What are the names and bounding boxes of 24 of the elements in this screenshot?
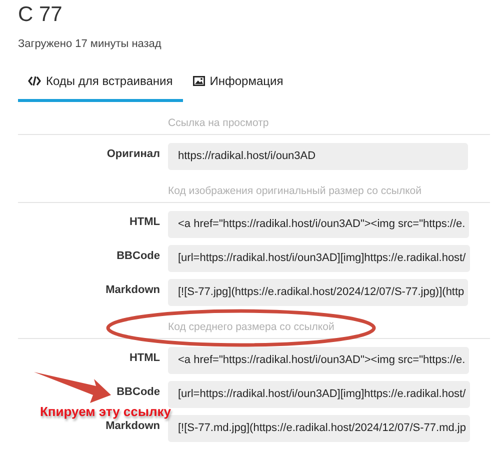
field-label: Markdown	[106, 284, 160, 296]
code-field[interactable]: <a href="https://radikal.host/i/oun3AD"><img src="https://e.	[168, 347, 470, 374]
code-field[interactable]: [url=https://radikal.host/i/oun3AD][img]https://e.radikal.host/	[168, 245, 470, 272]
code-field[interactable]: https://radikal.host/i/oun3AD	[168, 143, 468, 170]
field-label: Оригинал	[106, 148, 160, 160]
field-label: BBCode	[116, 386, 160, 398]
tab[interactable]: Коды для встраивания	[18, 64, 183, 102]
code-field[interactable]: [![S-77.md.jpg](https://e.radikal.host/2024/12/07/S-77.md.jp	[168, 415, 470, 442]
tab[interactable]: Информация	[182, 64, 294, 102]
section-heading: Код среднего размера со ссылкой	[168, 321, 334, 333]
section-heading: Код изображения оригинальный размер со ссылкой	[168, 185, 422, 197]
code-field[interactable]: <a href="https://radikal.host/i/oun3AD"><img src="https://e.	[168, 211, 470, 238]
annotation-text: Кпируем эту ссылку	[40, 404, 171, 419]
field-label: HTML	[129, 216, 160, 228]
image-icon	[192, 76, 205, 86]
code-icon	[28, 76, 41, 86]
field-label: Markdown	[106, 420, 160, 432]
code-field[interactable]: [url=https://radikal.host/i/oun3AD][img]https://e.radikal.host/	[168, 381, 470, 408]
section-heading: Ссылка на просмотр	[168, 117, 269, 129]
upload-time: Загружено 17 минуты назад	[18, 38, 162, 50]
field-label: BBCode	[116, 250, 160, 262]
code-field[interactable]: [![S-77.jpg](https://e.radikal.host/2024/12/07/S-77.jpg)](http	[168, 279, 468, 306]
field-label: HTML	[129, 352, 160, 364]
image-title: С 77	[18, 2, 64, 28]
